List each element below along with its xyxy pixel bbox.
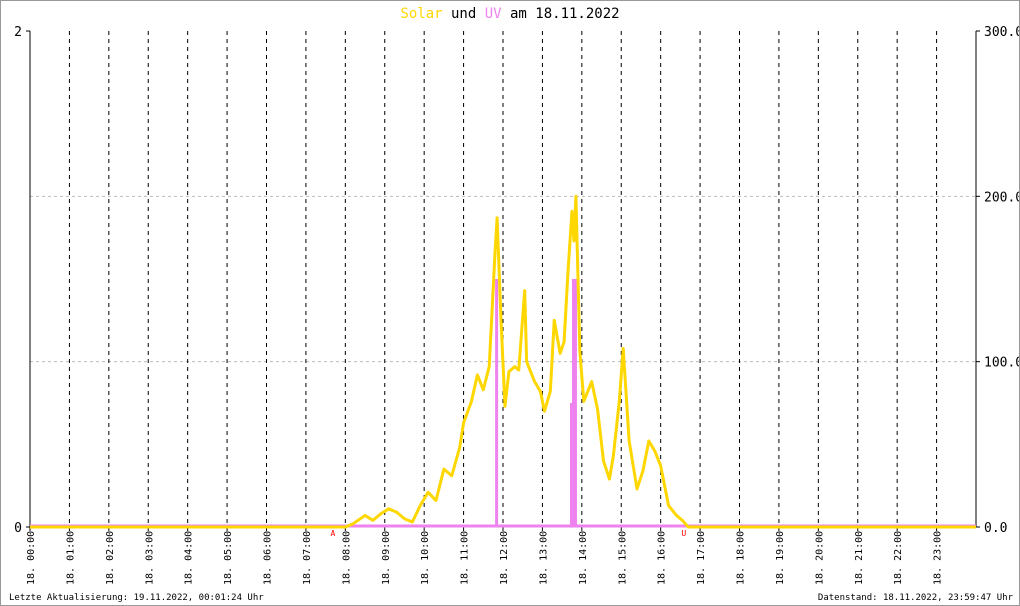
x-tick-label: 18. 06:00 [263,531,274,585]
uv-bar-overlay [495,279,498,527]
x-tick-label: 18. 09:00 [381,531,392,585]
x-tick-label: 18. 13:00 [538,531,549,585]
uv-bar-overlay [570,403,573,527]
plot: 18. 00:00 18. 01:00 18. 02:00 18. 03:00 18. … [14,25,1019,585]
sun-marker: U [681,529,686,538]
x-tick-label: 18. 00:00 [26,531,37,585]
uv-bar-overlay [574,279,577,527]
x-tick-label: 18. 18:00 [736,531,747,585]
x-tick-label: 18. 02:00 [105,531,116,585]
left-tick-label: 2 [14,25,22,40]
x-tick-label: 18. 16:00 [657,531,668,585]
x-tick-label: 18. 14:00 [578,531,589,585]
x-tick-label: 18. 04:00 [184,531,195,585]
x-tick-label: 18. 15:00 [617,531,628,585]
x-tick-label: 18. 01:00 [65,531,76,585]
x-tick-label: 18. 17:00 [696,531,707,585]
x-tick-label: 18. 05:00 [223,531,234,585]
x-tick-label: 18. 11:00 [460,531,471,585]
chart-container: Solar und UV am 18.11.2022 18. 00:00 18. … [0,0,1020,606]
sun-marker: A [331,529,336,538]
last-update: Letzte Aktualisierung: 19.11.2022, 00:01… [9,593,264,603]
x-tick-label: 18. 21:00 [854,531,865,585]
left-tick-label: 0 [14,521,22,536]
data-status: Datenstand: 18.11.2022, 23:59:47 Uhr [817,593,1013,603]
x-tick-label: 18. 20:00 [814,531,825,585]
x-tick-label: 18. 07:00 [302,531,313,585]
x-tick-label: 18. 12:00 [499,531,510,585]
x-tick-label: 18. 10:00 [420,531,431,585]
uv-bar-overlay [572,279,575,527]
x-tick-label: 18. 03:00 [144,531,155,585]
right-tick-label: 300.0 [984,25,1019,40]
x-tick-label: 18. 22:00 [893,531,904,585]
x-tick-label: 18. 08:00 [341,531,352,585]
right-tick-label: 0.0 [984,521,1007,536]
x-tick-label: 18. 19:00 [775,531,786,585]
right-tick-label: 100.0 [984,356,1019,371]
right-tick-label: 200.0 [984,190,1019,205]
x-tick-label: 18. 23:00 [933,531,944,585]
